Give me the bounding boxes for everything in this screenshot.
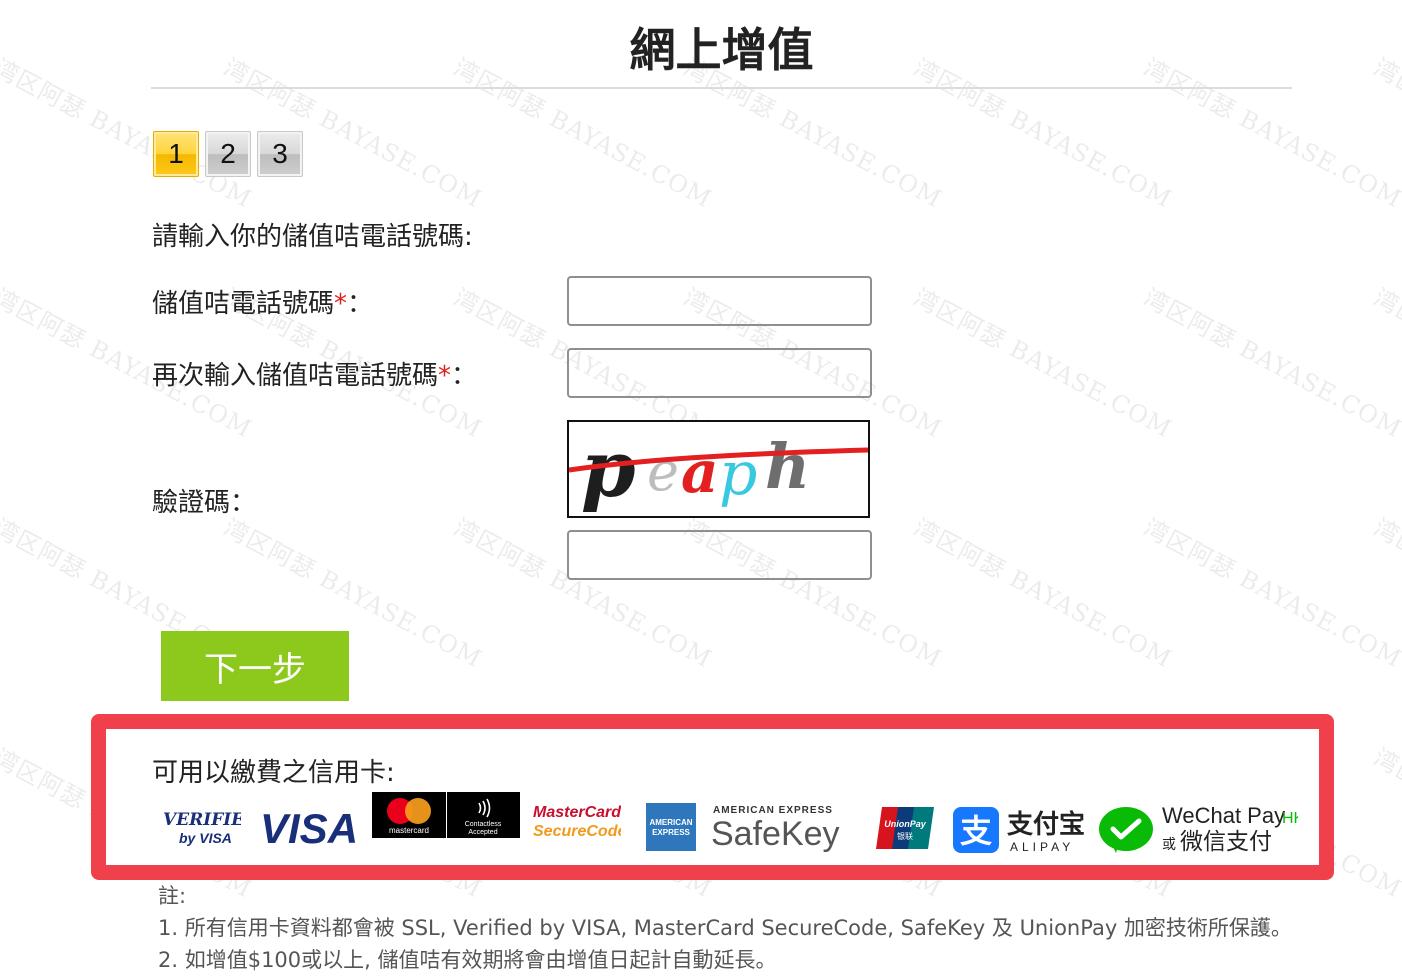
captcha-char: h [765,430,810,503]
step-indicator: 1 2 3 [153,131,303,177]
logo-text: WeChat Pay [1162,803,1285,828]
step-1: 1 [153,131,199,177]
wechat-pay-logo: WeChat Pay HK 或 微信支付 [1099,803,1298,855]
mastercard-securecode-logo: MasterCard. SecureCode. [533,804,621,840]
logo-text: Contactless [465,821,502,828]
watermark-text: 湾区阿瑟 BAYASE.COM [1139,513,1402,674]
visa-logo: VISA [260,805,358,851]
logo-text: MasterCard. [533,804,621,821]
next-step-button[interactable]: 下一步 [161,631,349,701]
logo-text: ALIPAY [1010,840,1074,854]
captcha-image: p e a p h peaph [567,420,870,518]
watermark-text: 湾区阿瑟 BAYASE.COM [909,513,1177,674]
logo-text: mastercard [389,826,429,835]
watermark-text: 湾区阿瑟 BAYASE.COM [1369,53,1402,213]
required-mark: * [334,289,348,319]
phone-label-text: 儲值咭電話號碼 [152,289,335,319]
alipay-logo: 支 支付宝 ALIPAY [953,807,1085,854]
note-item: 1. 所有信用卡資料都會被 SSL, Verified by VISA, Mas… [158,916,1292,940]
notes-section: 註: 1. 所有信用卡資料都會被 SSL, Verified by VISA, … [158,880,1292,976]
verified-by-visa-logo: VERIFIED by VISA [163,810,241,846]
amex-logo: AMERICAN EXPRESS [646,803,696,851]
logo-text: VERIFIED [163,810,241,830]
captcha-char: e [647,440,679,503]
logo-text: 银联 [897,831,913,841]
watermark-text: 湾区阿瑟 BAYASE.COM [909,283,1177,444]
captcha-input[interactable] [567,530,872,580]
mastercard-logo: mastercard [372,792,446,838]
amex-safekey-logo: AMERICAN EXPRESS SafeKey [711,805,840,853]
contactless-logo: Contactless Accepted [447,792,520,838]
title-divider [151,87,1292,89]
logo-text: by VISA [179,830,232,846]
step-2: 2 [205,131,251,177]
captcha-label: 驗證碼： [152,488,257,518]
unionpay-logo: UnionPay 银联 [876,807,934,849]
logo-text: 或 [1162,837,1176,853]
logo-text: EXPRESS [652,828,690,837]
captcha-char: a [681,438,719,506]
logo-text: SafeKey [711,815,840,853]
label-colon: ： [347,289,374,319]
logo-text: VISA [260,805,358,851]
required-mark: * [438,361,452,391]
page-title: 網上增值 [629,23,814,77]
logo-text: SecureCode. [533,823,621,840]
phone-confirm-label-text: 再次輸入儲值咭電話號碼 [152,361,439,391]
note-item: 2. 如增值$100或以上, 儲值咭有效期將會由增值日起計自動延長。 [158,948,777,972]
captcha-graphic: p e a p h peaph [568,422,869,515]
step-3: 3 [257,131,303,177]
phone-confirm-label: 再次輸入儲值咭電話號碼*： [152,355,477,392]
form-prompt: 請輸入你的儲值咭電話號碼: [152,222,473,252]
notes-header: 註: [158,884,187,908]
logo-text: 支付宝 [1007,809,1085,840]
phone-input[interactable] [567,276,872,326]
logo-text: Accepted [468,829,497,836]
captcha-text: peaph [569,422,572,423]
logo-text: UnionPay [884,819,927,829]
wechat-pay-icon [1099,807,1153,851]
captcha-char: p [719,439,757,509]
phone-label: 儲值咭電話號碼*： [152,283,373,320]
phone-confirm-input[interactable] [567,348,872,398]
watermark-text: 湾区阿瑟 BAYASE.COM [1369,513,1402,673]
logo-text: AMERICAN [649,818,692,827]
watermark-text: 湾区阿瑟 BAYASE.COM [1369,743,1402,903]
logo-text: 微信支付 [1180,829,1272,855]
watermark-text: 湾区阿瑟 BAYASE.COM [1369,283,1402,443]
accepted-cards-title: 可用以繳費之信用卡: [152,758,395,788]
label-colon: ： [451,361,478,391]
watermark-text: 湾区阿瑟 BAYASE.COM [1139,283,1402,444]
alipay-icon: 支 [960,812,992,850]
logo-text: HK [1282,810,1298,827]
accepted-cards-panel: 可用以繳費之信用卡: VERIFIED by VISA VISA masterc… [91,714,1334,880]
